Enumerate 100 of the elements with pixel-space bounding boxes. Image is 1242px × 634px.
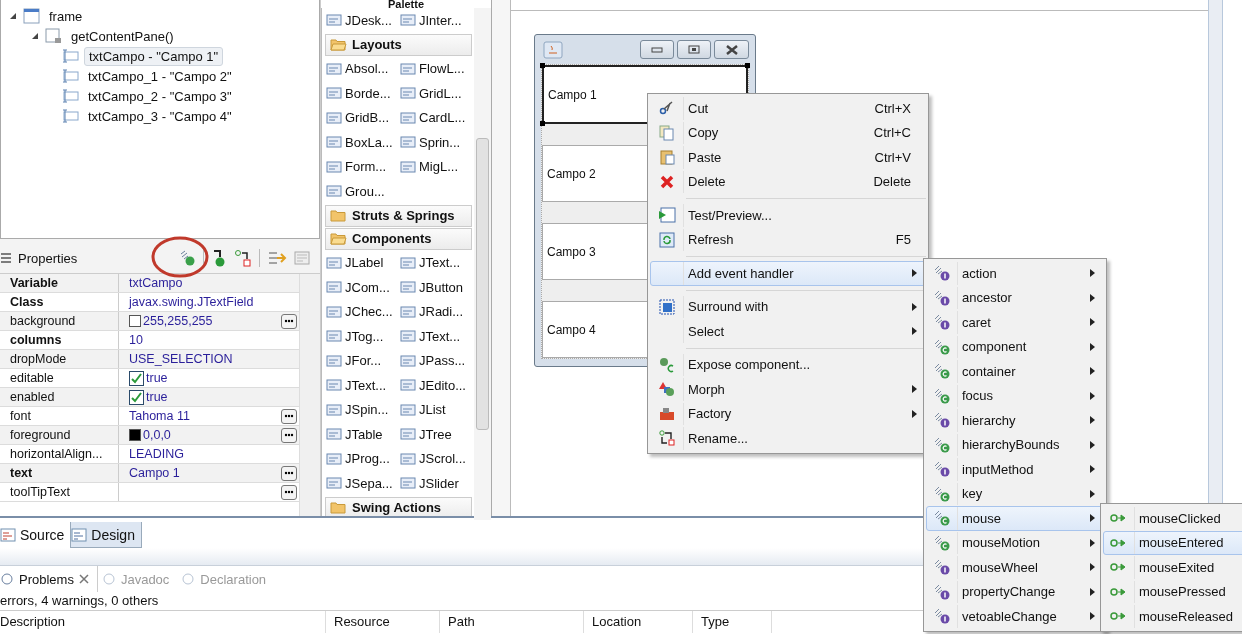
- tree-item[interactable]: txtCampo_1 - "Campo 2": [84, 67, 236, 85]
- palette-item[interactable]: JCom...: [322, 275, 396, 300]
- palette-category[interactable]: Components: [325, 227, 472, 250]
- menu-item[interactable]: ancestor: [926, 285, 1104, 310]
- tree-item[interactable]: frame: [45, 7, 87, 25]
- tree-item[interactable]: txtCampo_2 - "Campo 3": [84, 87, 236, 105]
- close-icon[interactable]: [78, 574, 89, 584]
- palette-item[interactable]: Borde...: [322, 81, 396, 106]
- property-value[interactable]: Tahoma 11: [129, 409, 190, 423]
- property-value[interactable]: 255,255,255: [143, 314, 213, 328]
- column-header[interactable]: Location: [584, 611, 693, 633]
- scrollbar[interactable]: [299, 274, 320, 516]
- property-row[interactable]: Variable txtCampo: [0, 274, 299, 293]
- property-value[interactable]: 10: [129, 333, 143, 347]
- column-header[interactable]: Resource: [326, 611, 440, 633]
- palette-category[interactable]: Struts & Springs: [325, 204, 472, 227]
- menu-item[interactable]: mousePressed: [1103, 579, 1242, 604]
- palette-item[interactable]: Absol...: [322, 56, 396, 81]
- palette-item[interactable]: FlowL...: [396, 56, 470, 81]
- menu-item[interactable]: mouseEntered: [1103, 530, 1242, 555]
- palette-item[interactable]: JText...: [396, 250, 470, 275]
- ellipsis-button[interactable]: [281, 427, 297, 443]
- menu-item[interactable]: Morph: [650, 377, 926, 402]
- property-row[interactable]: foreground 0,0,0: [0, 426, 299, 445]
- palette-item[interactable]: Form...: [322, 154, 396, 179]
- palette-item[interactable]: GridL...: [396, 81, 470, 106]
- scrollbar[interactable]: [474, 8, 491, 520]
- palette-item[interactable]: JChec...: [322, 299, 396, 324]
- menu-item[interactable]: Factory: [650, 401, 926, 426]
- menu-item[interactable]: mouseWheel: [926, 555, 1104, 580]
- property-value[interactable]: txtCampo: [129, 276, 183, 290]
- palette-item[interactable]: JRadi...: [396, 299, 470, 324]
- event-handler-icon[interactable]: [178, 250, 196, 266]
- ellipsis-button[interactable]: [281, 484, 297, 500]
- menu-item[interactable]: Rename...: [650, 426, 926, 451]
- minimize-icon[interactable]: [640, 40, 674, 59]
- property-value[interactable]: true: [146, 390, 168, 404]
- column-header[interactable]: Path: [440, 611, 584, 633]
- palette-item[interactable]: JScrol...: [396, 446, 470, 471]
- palette-item[interactable]: JSepa...: [322, 471, 396, 496]
- palette-item[interactable]: JButton: [396, 275, 470, 300]
- palette-item[interactable]: JDesk...: [322, 8, 396, 33]
- ellipsis-button[interactable]: [281, 465, 297, 481]
- menu-item[interactable]: vetoableChange: [926, 604, 1104, 629]
- checkbox[interactable]: [129, 389, 144, 405]
- property-row[interactable]: enabled true: [0, 388, 299, 407]
- menu-item[interactable]: hierarchy: [926, 408, 1104, 433]
- column-header[interactable]: Type: [693, 611, 772, 633]
- menu-item[interactable]: propertyChange: [926, 579, 1104, 604]
- menu-item[interactable]: component: [926, 334, 1104, 359]
- menu-item[interactable]: key: [926, 481, 1104, 506]
- column-header[interactable]: Description: [0, 611, 326, 633]
- tree-item[interactable]: txtCampo_3 - "Campo 4": [84, 107, 236, 125]
- ellipsis-button[interactable]: [281, 313, 297, 329]
- expand-triangle-icon[interactable]: [9, 11, 18, 21]
- editor-tab[interactable]: Design: [70, 522, 142, 548]
- palette-item[interactable]: GridB...: [322, 105, 396, 130]
- menu-item[interactable]: action: [926, 261, 1104, 286]
- property-value[interactable]: true: [146, 371, 168, 385]
- checkbox[interactable]: [129, 370, 144, 386]
- palette-item[interactable]: JText...: [396, 324, 470, 349]
- palette-item[interactable]: JProg...: [322, 446, 396, 471]
- palette-item[interactable]: JFor...: [322, 348, 396, 373]
- close-icon[interactable]: [714, 40, 749, 59]
- property-value[interactable]: Campo 1: [129, 466, 180, 480]
- palette-item[interactable]: JText...: [322, 373, 396, 398]
- menu-item[interactable]: inputMethod: [926, 457, 1104, 482]
- palette-category[interactable]: Swing Actions: [325, 496, 472, 519]
- ellipsis-button[interactable]: [281, 408, 297, 424]
- palette-item[interactable]: JSpin...: [322, 397, 396, 422]
- palette-item[interactable]: Grou...: [322, 179, 396, 204]
- palette-item[interactable]: JLabel: [322, 250, 396, 275]
- property-value[interactable]: USE_SELECTION: [129, 352, 233, 366]
- menu-item[interactable]: caret: [926, 310, 1104, 335]
- property-row[interactable]: dropMode USE_SELECTION: [0, 350, 299, 369]
- property-row[interactable]: text Campo 1: [0, 464, 299, 483]
- menu-item[interactable]: mouseReleased: [1103, 604, 1242, 629]
- tree-item[interactable]: txtCampo - "Campo 1": [84, 46, 224, 66]
- menu-item[interactable]: mouseClicked: [1103, 506, 1242, 531]
- palette-item[interactable]: JList: [396, 397, 470, 422]
- palette-item[interactable]: JPass...: [396, 348, 470, 373]
- palette-item[interactable]: JTree: [396, 422, 470, 447]
- property-value[interactable]: javax.swing.JTextField: [129, 295, 254, 309]
- rename-icon[interactable]: [234, 249, 252, 267]
- palette-item[interactable]: BoxLa...: [322, 130, 396, 155]
- property-row[interactable]: toolTipText: [0, 483, 299, 502]
- menu-item[interactable]: mouseExited: [1103, 555, 1242, 580]
- menu-item[interactable]: mouseMotion: [926, 530, 1104, 555]
- palette-item[interactable]: MigL...: [396, 154, 470, 179]
- expand-triangle-icon[interactable]: [31, 31, 40, 41]
- palette-item[interactable]: CardL...: [396, 105, 470, 130]
- property-value[interactable]: LEADING: [129, 447, 184, 461]
- palette-item[interactable]: JInter...: [396, 8, 470, 33]
- palette-category[interactable]: Layouts: [325, 33, 472, 56]
- palette-item[interactable]: JTable: [322, 422, 396, 447]
- menu-item[interactable]: focus: [926, 383, 1104, 408]
- property-row[interactable]: background 255,255,255: [0, 312, 299, 331]
- menu-item[interactable]: container: [926, 359, 1104, 384]
- editor-tab[interactable]: Source: [0, 522, 71, 548]
- palette-item[interactable]: Sprin...: [396, 130, 470, 155]
